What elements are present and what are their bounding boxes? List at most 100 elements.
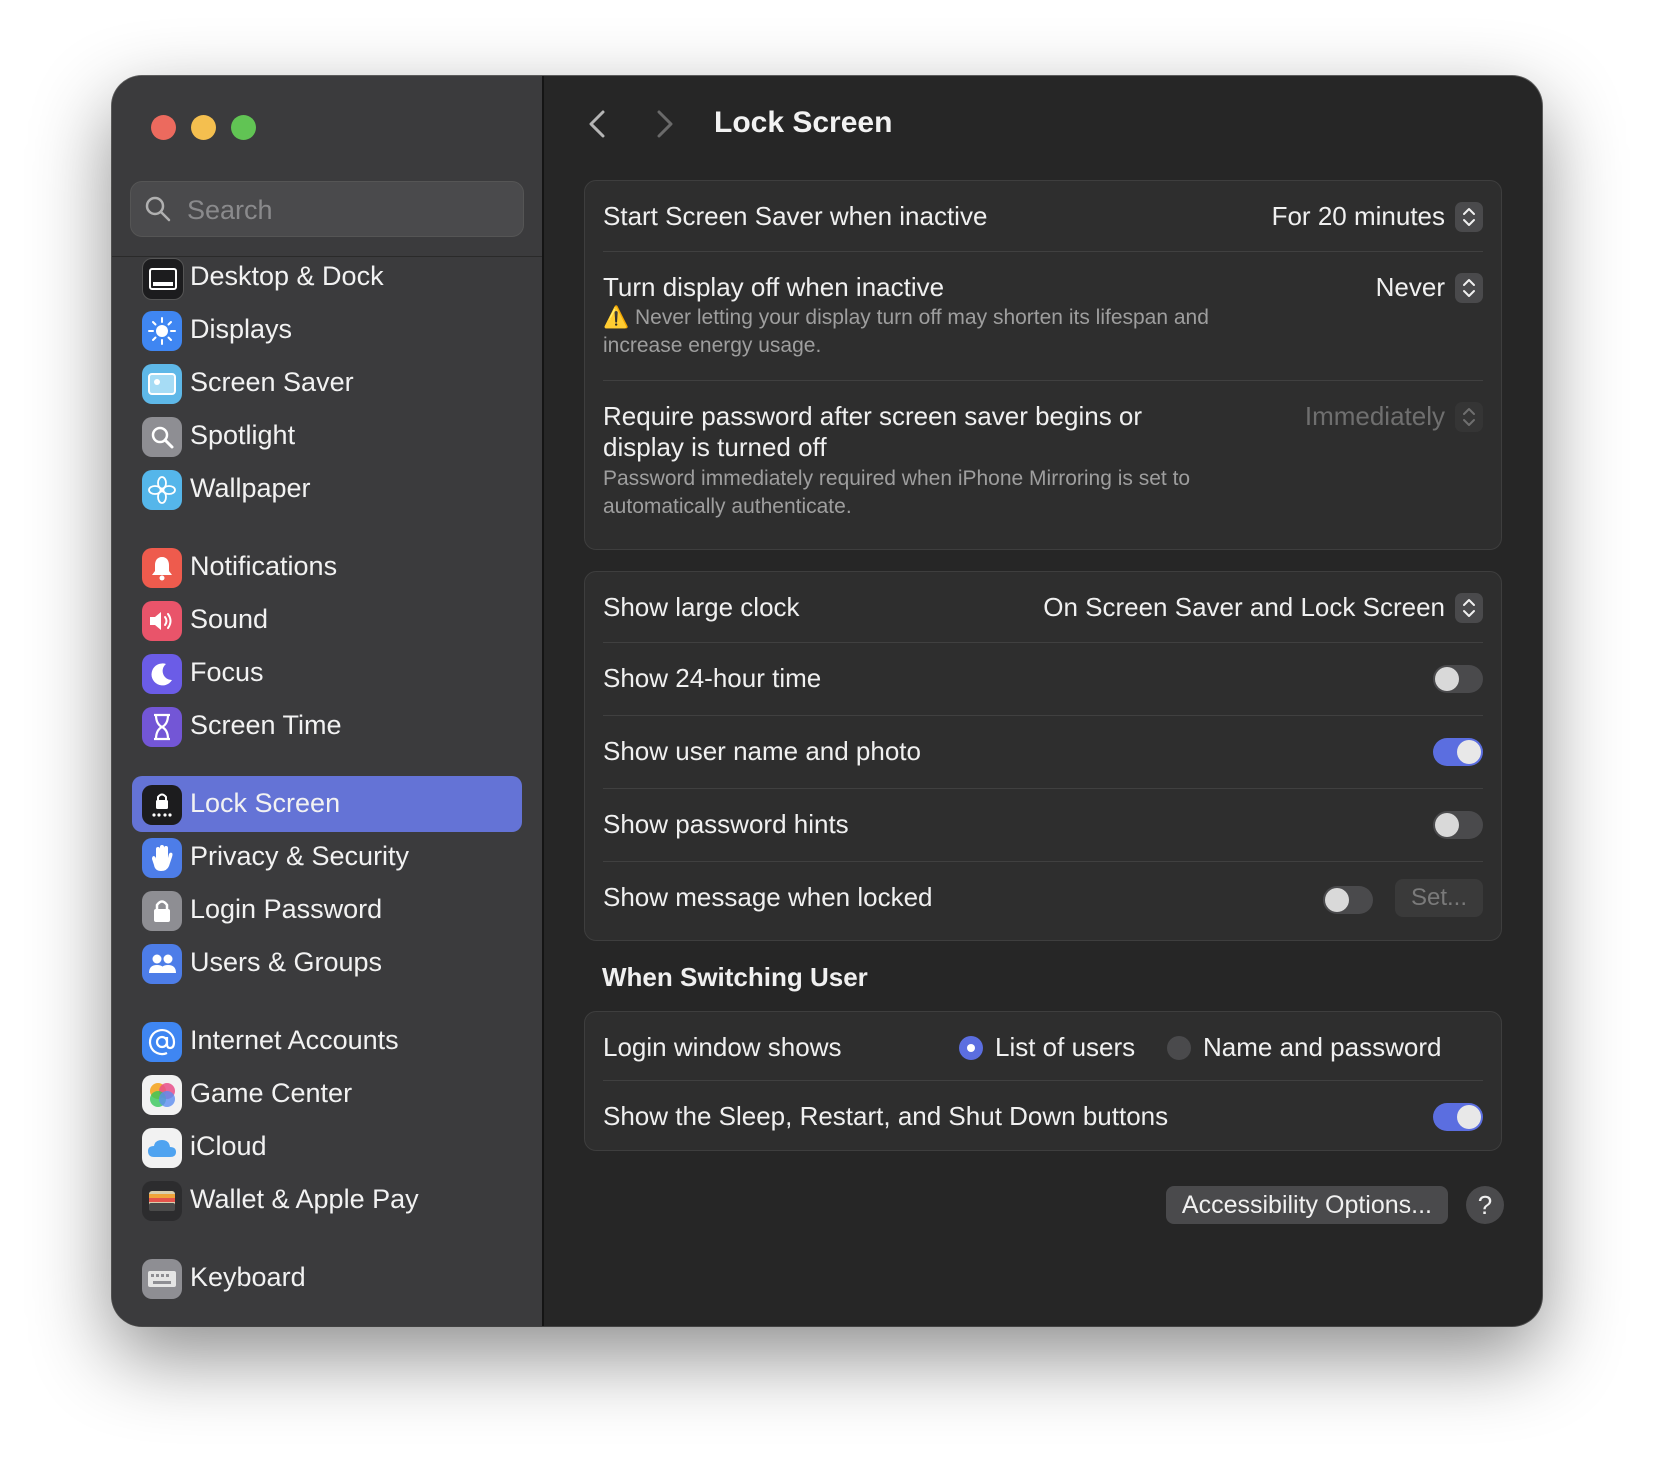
hand-icon bbox=[142, 838, 182, 878]
radio-selected-icon bbox=[959, 1035, 983, 1060]
sidebar-item-screen-time[interactable]: Screen Time bbox=[132, 698, 522, 754]
large-clock-value: On Screen Saver and Lock Screen bbox=[1043, 592, 1445, 622]
lock-message-row: Show message when locked Set... bbox=[603, 862, 1483, 938]
up-down-chevron-icon bbox=[1455, 201, 1483, 232]
sidebar-item-lock-screen[interactable]: Lock Screen bbox=[132, 776, 522, 832]
at-icon bbox=[142, 1022, 182, 1062]
display-off-value: Never bbox=[1375, 272, 1445, 302]
switching-user-heading: When Switching User bbox=[602, 962, 868, 992]
sidebar-item-label: Spotlight bbox=[190, 420, 296, 450]
sidebar-item-focus[interactable]: Focus bbox=[132, 645, 522, 701]
sleep-buttons-row: Show the Sleep, Restart, and Shut Down b… bbox=[603, 1081, 1483, 1151]
sidebar-item-label: Screen Time bbox=[190, 710, 342, 740]
password-hints-toggle[interactable] bbox=[1433, 811, 1483, 839]
hour24-label: Show 24-hour time bbox=[603, 663, 822, 693]
switching-user-group: Login window shows List of users Name an… bbox=[584, 1011, 1502, 1151]
sleep-buttons-label: Show the Sleep, Restart, and Shut Down b… bbox=[603, 1101, 1169, 1131]
zoom-window-button[interactable] bbox=[231, 115, 256, 140]
sleep-buttons-toggle[interactable] bbox=[1433, 1103, 1483, 1131]
back-chevron-icon[interactable] bbox=[578, 104, 618, 144]
require-password-label: Require password after screen saver begi… bbox=[603, 401, 1143, 462]
sidebar-item-label: Privacy & Security bbox=[190, 841, 410, 871]
hour24-toggle[interactable] bbox=[1433, 665, 1483, 693]
require-password-popup[interactable]: Immediately bbox=[1305, 401, 1483, 432]
sidebar-item-login-password[interactable]: Login Password bbox=[132, 882, 522, 938]
padlock-icon bbox=[142, 891, 182, 931]
keyboard-icon bbox=[142, 1259, 182, 1299]
flower-icon bbox=[142, 470, 182, 510]
sidebar-item-label: Focus bbox=[190, 657, 264, 687]
sidebar-item-sound[interactable]: Sound bbox=[132, 592, 522, 648]
clock-settings-group: Show large clock On Screen Saver and Loc… bbox=[584, 571, 1502, 941]
sidebar-item-users-groups[interactable]: Users & Groups bbox=[132, 935, 522, 991]
cloud-icon bbox=[142, 1128, 182, 1168]
search-box[interactable] bbox=[130, 181, 524, 238]
user-photo-label: Show user name and photo bbox=[603, 736, 921, 766]
lock-screen-icon bbox=[142, 785, 182, 825]
screen-saver-value: For 20 minutes bbox=[1271, 201, 1445, 231]
sidebar-item-internet-accounts[interactable]: Internet Accounts bbox=[132, 1013, 522, 1069]
user-photo-row: Show user name and photo bbox=[603, 716, 1483, 788]
warning-icon: ⚠️ bbox=[603, 306, 630, 329]
sidebar-item-label: Lock Screen bbox=[190, 788, 341, 818]
wallet-icon bbox=[142, 1181, 182, 1221]
display-off-row: Turn display off when inactive ⚠️ Never … bbox=[603, 252, 1483, 380]
require-password-value: Immediately bbox=[1304, 401, 1445, 431]
lock-message-label: Show message when locked bbox=[603, 882, 933, 912]
display-off-label: Turn display off when inactive bbox=[603, 272, 945, 302]
display-off-popup[interactable]: Never bbox=[1376, 272, 1483, 303]
sidebar-item-spotlight[interactable]: Spotlight bbox=[132, 408, 522, 464]
sidebar-item-game-center[interactable]: Game Center bbox=[132, 1066, 522, 1122]
magnifier-icon bbox=[142, 417, 182, 457]
large-clock-row: Show large clock On Screen Saver and Loc… bbox=[603, 572, 1483, 642]
speaker-icon bbox=[142, 601, 182, 641]
moon-icon bbox=[142, 654, 182, 694]
sidebar-item-label: Users & Groups bbox=[190, 947, 383, 977]
list-of-users-radio[interactable]: List of users bbox=[959, 1032, 1135, 1063]
password-hints-row: Show password hints bbox=[603, 789, 1483, 861]
sidebar-item-keyboard[interactable]: Keyboard bbox=[132, 1250, 522, 1306]
sidebar-item-privacy-security[interactable]: Privacy & Security bbox=[132, 829, 522, 885]
user-photo-toggle[interactable] bbox=[1433, 738, 1483, 766]
screensaver-icon bbox=[142, 364, 182, 404]
sidebar-item-label: Desktop & Dock bbox=[190, 261, 384, 291]
game-center-icon bbox=[142, 1075, 182, 1115]
lock-message-toggle[interactable] bbox=[1323, 886, 1373, 914]
sidebar-item-label: Login Password bbox=[190, 894, 383, 924]
minimize-window-button[interactable] bbox=[191, 115, 216, 140]
settings-window: Desktop & Dock Displays Screen Saver Spo… bbox=[112, 76, 1542, 1326]
require-password-row: Require password after screen saver begi… bbox=[603, 381, 1483, 549]
sidebar-item-wallet-apple-pay[interactable]: Wallet & Apple Pay bbox=[132, 1172, 522, 1228]
screen-saver-row: Start Screen Saver when inactive For 20 … bbox=[603, 181, 1483, 251]
sidebar-item-icloud[interactable]: iCloud bbox=[132, 1119, 522, 1175]
accessibility-options-button[interactable]: Accessibility Options... bbox=[1165, 1186, 1448, 1224]
page-title: Lock Screen bbox=[714, 106, 893, 139]
large-clock-popup[interactable]: On Screen Saver and Lock Screen bbox=[1043, 592, 1483, 623]
login-window-row: Login window shows List of users Name an… bbox=[603, 1012, 1483, 1080]
sidebar-item-wallpaper[interactable]: Wallpaper bbox=[132, 461, 522, 517]
sidebar-item-desktop-dock[interactable]: Desktop & Dock bbox=[132, 257, 522, 305]
search-input[interactable] bbox=[185, 182, 509, 238]
sidebar-item-displays[interactable]: Displays bbox=[132, 302, 522, 358]
up-down-chevron-icon bbox=[1455, 401, 1483, 432]
sidebar-item-notifications[interactable]: Notifications bbox=[132, 539, 522, 595]
help-button[interactable]: ? bbox=[1466, 1186, 1504, 1224]
sidebar-item-label: Screen Saver bbox=[190, 367, 354, 397]
sidebar-item-screen-saver[interactable]: Screen Saver bbox=[132, 355, 522, 411]
name-password-radio[interactable]: Name and password bbox=[1167, 1032, 1441, 1063]
set-message-button[interactable]: Set... bbox=[1395, 879, 1483, 917]
up-down-chevron-icon bbox=[1455, 272, 1483, 303]
sidebar-list[interactable]: Desktop & Dock Displays Screen Saver Spo… bbox=[112, 256, 542, 1326]
sidebar-item-label: iCloud bbox=[190, 1131, 267, 1161]
screen-saver-settings-group: Start Screen Saver when inactive For 20 … bbox=[584, 180, 1502, 550]
forward-chevron-icon[interactable] bbox=[644, 104, 684, 144]
screen-saver-popup[interactable]: For 20 minutes bbox=[1272, 201, 1483, 232]
sidebar-item-label: Wallet & Apple Pay bbox=[190, 1184, 419, 1214]
large-clock-label: Show large clock bbox=[603, 592, 800, 622]
close-window-button[interactable] bbox=[151, 115, 176, 140]
sidebar-item-label: Sound bbox=[190, 604, 269, 634]
name-password-label: Name and password bbox=[1203, 1032, 1442, 1062]
sidebar-item-label: Keyboard bbox=[190, 1262, 306, 1292]
sun-icon bbox=[142, 311, 182, 351]
radio-unselected-icon bbox=[1167, 1035, 1191, 1060]
